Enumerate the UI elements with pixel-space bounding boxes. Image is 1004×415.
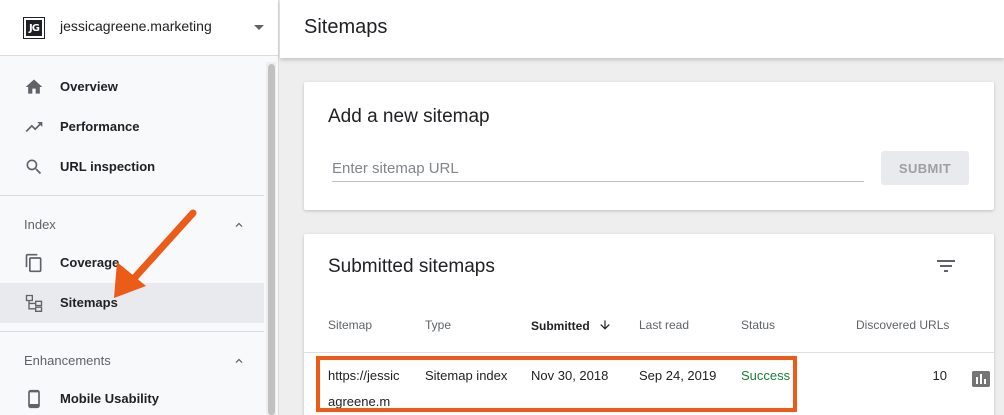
- sidebar-item-coverage[interactable]: Coverage: [0, 243, 264, 283]
- header-row-divider: [304, 352, 994, 353]
- add-sitemap-title: Add a new sitemap: [328, 106, 490, 127]
- page-header: Sitemaps: [280, 0, 1004, 58]
- add-sitemap-card: Add a new sitemap SUBMIT: [304, 82, 994, 210]
- sidebar-item-label: Performance: [60, 119, 140, 134]
- divider: [0, 195, 264, 196]
- sidebar-item-label: Sitemaps: [60, 295, 118, 310]
- bar-chart-icon[interactable]: [972, 371, 990, 387]
- copy-icon: [25, 253, 42, 273]
- sidebar-item-overview[interactable]: Overview: [0, 67, 264, 107]
- column-header-label: Submitted: [531, 319, 590, 333]
- highlight-box: [316, 356, 797, 412]
- sidebar-item-label: Coverage: [60, 255, 120, 270]
- sidebar-item-url-inspection[interactable]: URL inspection: [0, 147, 264, 187]
- divider: [0, 331, 264, 332]
- column-header-sitemap[interactable]: Sitemap: [328, 318, 372, 332]
- discovered-urls-cell: 10: [932, 368, 947, 383]
- sidebar: JG jessicagreene.marketing Overview Perf…: [0, 0, 279, 415]
- sidebar-item-label: Overview: [60, 79, 118, 94]
- chevron-up-icon[interactable]: [232, 218, 246, 232]
- trending-up-icon: [25, 122, 43, 132]
- sidebar-item-label: Mobile Usability: [60, 391, 159, 406]
- search-icon: [26, 159, 42, 175]
- property-selector[interactable]: JG jessicagreene.marketing: [0, 0, 278, 56]
- chevron-up-icon[interactable]: [232, 354, 246, 368]
- caret-down-icon[interactable]: [254, 25, 264, 30]
- property-name: jessicagreene.marketing: [60, 18, 212, 34]
- submit-button[interactable]: SUBMIT: [881, 151, 969, 185]
- column-header-submitted[interactable]: Submitted: [531, 318, 612, 333]
- arrow-down-icon: [600, 320, 610, 330]
- sidebar-item-sitemaps[interactable]: Sitemaps: [0, 283, 264, 323]
- column-header-type[interactable]: Type: [425, 318, 451, 332]
- home-icon: [25, 79, 43, 94]
- column-header-last-read[interactable]: Last read: [639, 318, 689, 332]
- sidebar-scroll-thumb[interactable]: [268, 64, 275, 415]
- sitemap-icon: [25, 294, 43, 312]
- sitemap-url-input[interactable]: [332, 156, 864, 182]
- page-title: Sitemaps: [304, 16, 388, 38]
- sidebar-item-label: URL inspection: [60, 159, 156, 174]
- filter-icon[interactable]: [934, 254, 958, 278]
- section-heading-enhancements: Enhancements: [24, 353, 111, 368]
- sidebar-item-mobile-usability[interactable]: Mobile Usability: [0, 379, 264, 415]
- submitted-sitemaps-title: Submitted sitemaps: [328, 256, 495, 277]
- column-header-discovered-urls[interactable]: Discovered URLs: [856, 318, 949, 332]
- section-heading-index: Index: [24, 217, 56, 232]
- property-logo: JG: [23, 17, 45, 39]
- phone-icon: [28, 389, 40, 409]
- column-header-status[interactable]: Status: [741, 318, 775, 332]
- sidebar-item-performance[interactable]: Performance: [0, 107, 264, 147]
